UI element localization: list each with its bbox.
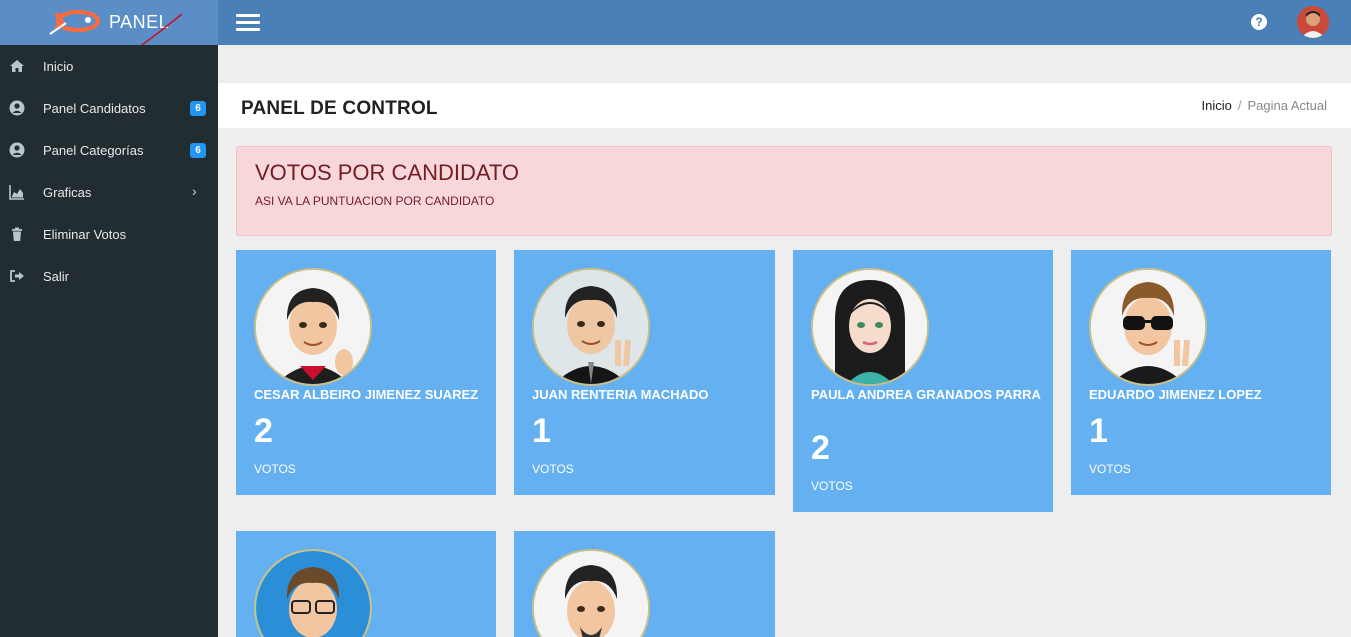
breadcrumb-separator: / [1237, 98, 1242, 113]
candidate-avatar [1089, 268, 1207, 386]
alert-title: VOTOS POR CANDIDATO [255, 160, 520, 185]
candidate-avatar [254, 268, 372, 386]
user-circle-icon [9, 100, 25, 116]
candidate-card[interactable]: JUAN RENTERIA MACHADO 1 VOTOS [514, 250, 775, 495]
candidate-card[interactable]: CESAR ALBEIRO JIMENEZ SUAREZ 2 VOTOS [236, 250, 496, 495]
breadcrumb-current: Pagina Actual [1247, 98, 1327, 113]
candidate-name: CESAR ALBEIRO JIMENEZ SUAREZ [254, 387, 479, 402]
count-badge: 6 [190, 143, 206, 158]
home-icon [10, 60, 24, 72]
candidate-card[interactable] [236, 531, 496, 637]
candidate-name: JUAN RENTERIA MACHADO [532, 387, 709, 402]
vote-count: 1 [532, 412, 551, 450]
vote-count: 2 [811, 429, 830, 467]
sidebar: Inicio Panel Candidatos 6 Panel Categorí… [0, 45, 218, 637]
sidebar-item-inicio[interactable]: Inicio [0, 45, 218, 87]
sidebar-item-eliminar-votos[interactable]: Eliminar Votos [0, 213, 218, 255]
sidebar-item-graficas[interactable]: Graficas › [0, 171, 218, 213]
sidebar-item-salir[interactable]: Salir [0, 255, 218, 297]
candidate-name: PAULA ANDREA GRANADOS PARRA [811, 387, 1041, 402]
page-title: PANEL DE CONTROL [241, 98, 438, 119]
count-badge: 6 [190, 101, 206, 116]
breadcrumb: Inicio / Pagina Actual [1202, 98, 1328, 113]
sidebar-item-label: Graficas [43, 185, 92, 200]
alert-subtitle: ASI VA LA PUNTUACION POR CANDIDATO [255, 194, 495, 208]
area-chart-icon [9, 185, 24, 200]
breadcrumb-home-link[interactable]: Inicio [1202, 98, 1232, 113]
sidebar-item-label: Salir [43, 269, 70, 284]
sidebar-item-panel-categorias[interactable]: Panel Categorías 6 [0, 129, 218, 171]
vote-unit: VOTOS [254, 462, 296, 476]
user-circle-icon [9, 142, 25, 158]
vote-unit: VOTOS [811, 479, 853, 493]
menu-toggle-icon[interactable] [236, 14, 260, 32]
candidate-name: EDUARDO JIMENEZ LOPEZ [1089, 387, 1262, 402]
brand-logo[interactable]: PANEL [0, 0, 218, 80]
sidebar-item-label: Panel Categorías [43, 143, 144, 158]
sign-out-icon [10, 270, 24, 282]
sidebar-item-panel-candidatos[interactable]: Panel Candidatos 6 [0, 87, 218, 129]
candidate-card[interactable]: PAULA ANDREA GRANADOS PARRA 2 VOTOS [793, 250, 1053, 512]
content-header: PANEL DE CONTROL Inicio / Pagina Actual [218, 83, 1351, 128]
vote-count: 1 [1089, 412, 1108, 450]
candidate-card[interactable] [514, 531, 775, 637]
help-icon[interactable]: ? [1251, 14, 1267, 30]
votes-alert: VOTOS POR CANDIDATO ASI VA LA PUNTUACION… [236, 146, 1332, 236]
vote-count: 2 [254, 412, 273, 450]
candidate-avatar [532, 268, 650, 386]
sidebar-item-label: Inicio [43, 59, 74, 74]
candidate-avatar [811, 268, 929, 386]
candidate-avatar [254, 549, 372, 637]
sidebar-item-label: Eliminar Votos [43, 227, 127, 242]
candidate-card[interactable]: EDUARDO JIMENEZ LOPEZ 1 VOTOS [1071, 250, 1331, 495]
user-avatar[interactable] [1297, 6, 1329, 38]
vote-unit: VOTOS [532, 462, 574, 476]
trash-icon [12, 227, 22, 241]
chevron-right-icon: › [192, 183, 197, 199]
sidebar-item-label: Panel Candidatos [43, 101, 146, 116]
top-navbar: PANEL ? [0, 0, 1351, 80]
candidate-avatar [532, 549, 650, 637]
vote-unit: VOTOS [1089, 462, 1131, 476]
